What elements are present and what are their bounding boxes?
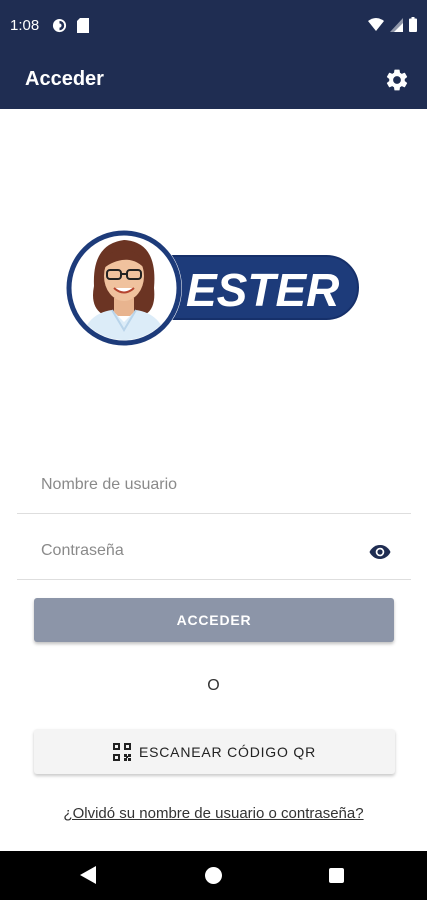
password-field[interactable] [17,522,411,580]
or-separator: O [207,677,220,694]
status-notification-icons [52,18,89,33]
cell-signal-icon [390,17,403,32]
home-button[interactable] [205,867,222,884]
eye-icon [369,545,391,559]
login-button[interactable]: ACCEDER [34,598,394,642]
system-navigation-bar [0,851,427,900]
username-input[interactable] [41,476,361,494]
password-input[interactable] [41,542,361,560]
status-time: 1:08 [10,17,40,34]
forgot-credentials-link[interactable]: ¿Olvidó su nombre de usuario o contraseñ… [0,805,427,822]
scan-qr-button[interactable]: ESCANEAR CÓDIGO QR [34,729,395,774]
app-logo: ESTER [66,226,360,350]
recents-button[interactable] [329,868,344,883]
battery-icon [409,17,417,32]
status-bar: 1:08 [0,0,427,52]
data-saver-icon [52,18,67,33]
status-system-icons [368,17,417,32]
logo-wordmark: ESTER [186,264,339,316]
settings-button[interactable] [382,65,412,95]
wifi-icon [368,17,384,31]
qr-code-icon [113,742,131,761]
page-title: Acceder [25,68,104,90]
gear-icon [386,69,408,91]
username-field[interactable] [17,456,411,514]
toggle-password-visibility-button[interactable] [369,544,393,562]
sd-card-icon [77,18,89,33]
back-icon[interactable] [80,866,96,884]
scan-qr-label: ESCANEAR CÓDIGO QR [139,743,316,760]
app-bar: Acceder [0,52,427,109]
